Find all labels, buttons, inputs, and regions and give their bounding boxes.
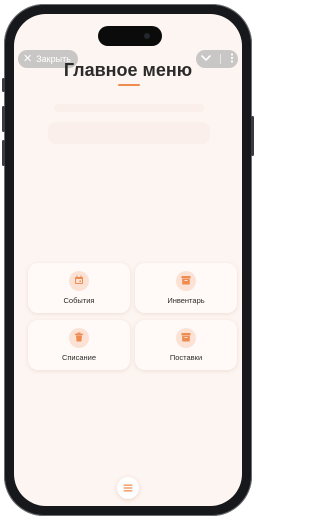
camera-icon bbox=[144, 33, 150, 39]
menu-button[interactable] bbox=[117, 477, 139, 499]
archive-box-icon bbox=[181, 272, 191, 290]
page-title: Главное меню bbox=[63, 60, 193, 80]
card-label: Поставки bbox=[169, 353, 203, 362]
card-deliveries[interactable]: Поставки bbox=[135, 320, 237, 370]
app-screen: ✕ Закрыть Главное меню События Инвентарь… bbox=[14, 14, 242, 506]
power-button bbox=[251, 116, 254, 156]
dynamic-island bbox=[98, 26, 162, 46]
placeholder-block bbox=[54, 104, 204, 112]
card-events[interactable]: События bbox=[28, 263, 130, 313]
trash-icon-container bbox=[69, 328, 89, 348]
card-label: Списание bbox=[61, 353, 97, 362]
card-write-off[interactable]: Списание bbox=[28, 320, 130, 370]
hamburger-menu-icon bbox=[123, 479, 133, 497]
calendar-icon-container bbox=[69, 271, 89, 291]
card-inventory[interactable]: Инвентарь bbox=[135, 263, 237, 313]
card-label: Инвентарь bbox=[167, 296, 205, 305]
card-label: События bbox=[63, 296, 95, 305]
archive-icon-container bbox=[176, 328, 196, 348]
archive-box-icon bbox=[181, 329, 191, 347]
volume-up-button bbox=[2, 106, 5, 132]
placeholder-block bbox=[48, 122, 210, 144]
trash-icon bbox=[74, 329, 84, 347]
action-button bbox=[2, 78, 5, 92]
archive-icon-container bbox=[176, 271, 196, 291]
phone-frame: ✕ Закрыть Главное меню События Инвентарь… bbox=[2, 4, 254, 516]
volume-down-button bbox=[2, 140, 5, 166]
calendar-icon bbox=[74, 272, 84, 290]
title-underline bbox=[118, 84, 140, 86]
